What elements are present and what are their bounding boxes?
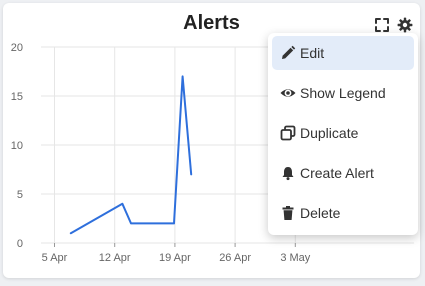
eye-icon <box>280 85 296 101</box>
y-tick-label: 15 <box>11 91 23 103</box>
bell-icon <box>280 165 296 181</box>
menu-item-delete[interactable]: Delete <box>272 196 414 230</box>
y-tick-label: 0 <box>17 238 23 250</box>
menu-item-duplicate[interactable]: Duplicate <box>272 116 414 150</box>
widget-context-menu: Edit Show Legend Duplicate Create Alert … <box>268 33 418 235</box>
alerts-series-line <box>69 75 193 235</box>
menu-item-label: Edit <box>300 45 325 61</box>
x-tick-label: 5 Apr <box>42 252 68 264</box>
x-tick-label: 12 Apr <box>99 252 131 264</box>
menu-item-show-legend[interactable]: Show Legend <box>272 76 414 110</box>
menu-item-label: Create Alert <box>300 165 374 181</box>
pencil-icon <box>280 45 296 61</box>
y-tick-label: 5 <box>17 189 23 201</box>
trash-icon <box>280 205 296 221</box>
x-tick-label: 19 Apr <box>159 252 191 264</box>
y-tick-label: 20 <box>11 42 23 54</box>
menu-item-label: Duplicate <box>300 125 359 141</box>
menu-item-edit[interactable]: Edit <box>272 36 414 70</box>
copy-icon <box>280 125 296 141</box>
x-tick-label: 3 May <box>280 252 310 264</box>
x-tick-label: 26 Apr <box>219 252 251 264</box>
menu-item-label: Delete <box>300 205 341 221</box>
y-tick-label: 10 <box>11 140 23 152</box>
menu-item-label: Show Legend <box>300 85 386 101</box>
menu-item-create-alert[interactable]: Create Alert <box>272 156 414 190</box>
